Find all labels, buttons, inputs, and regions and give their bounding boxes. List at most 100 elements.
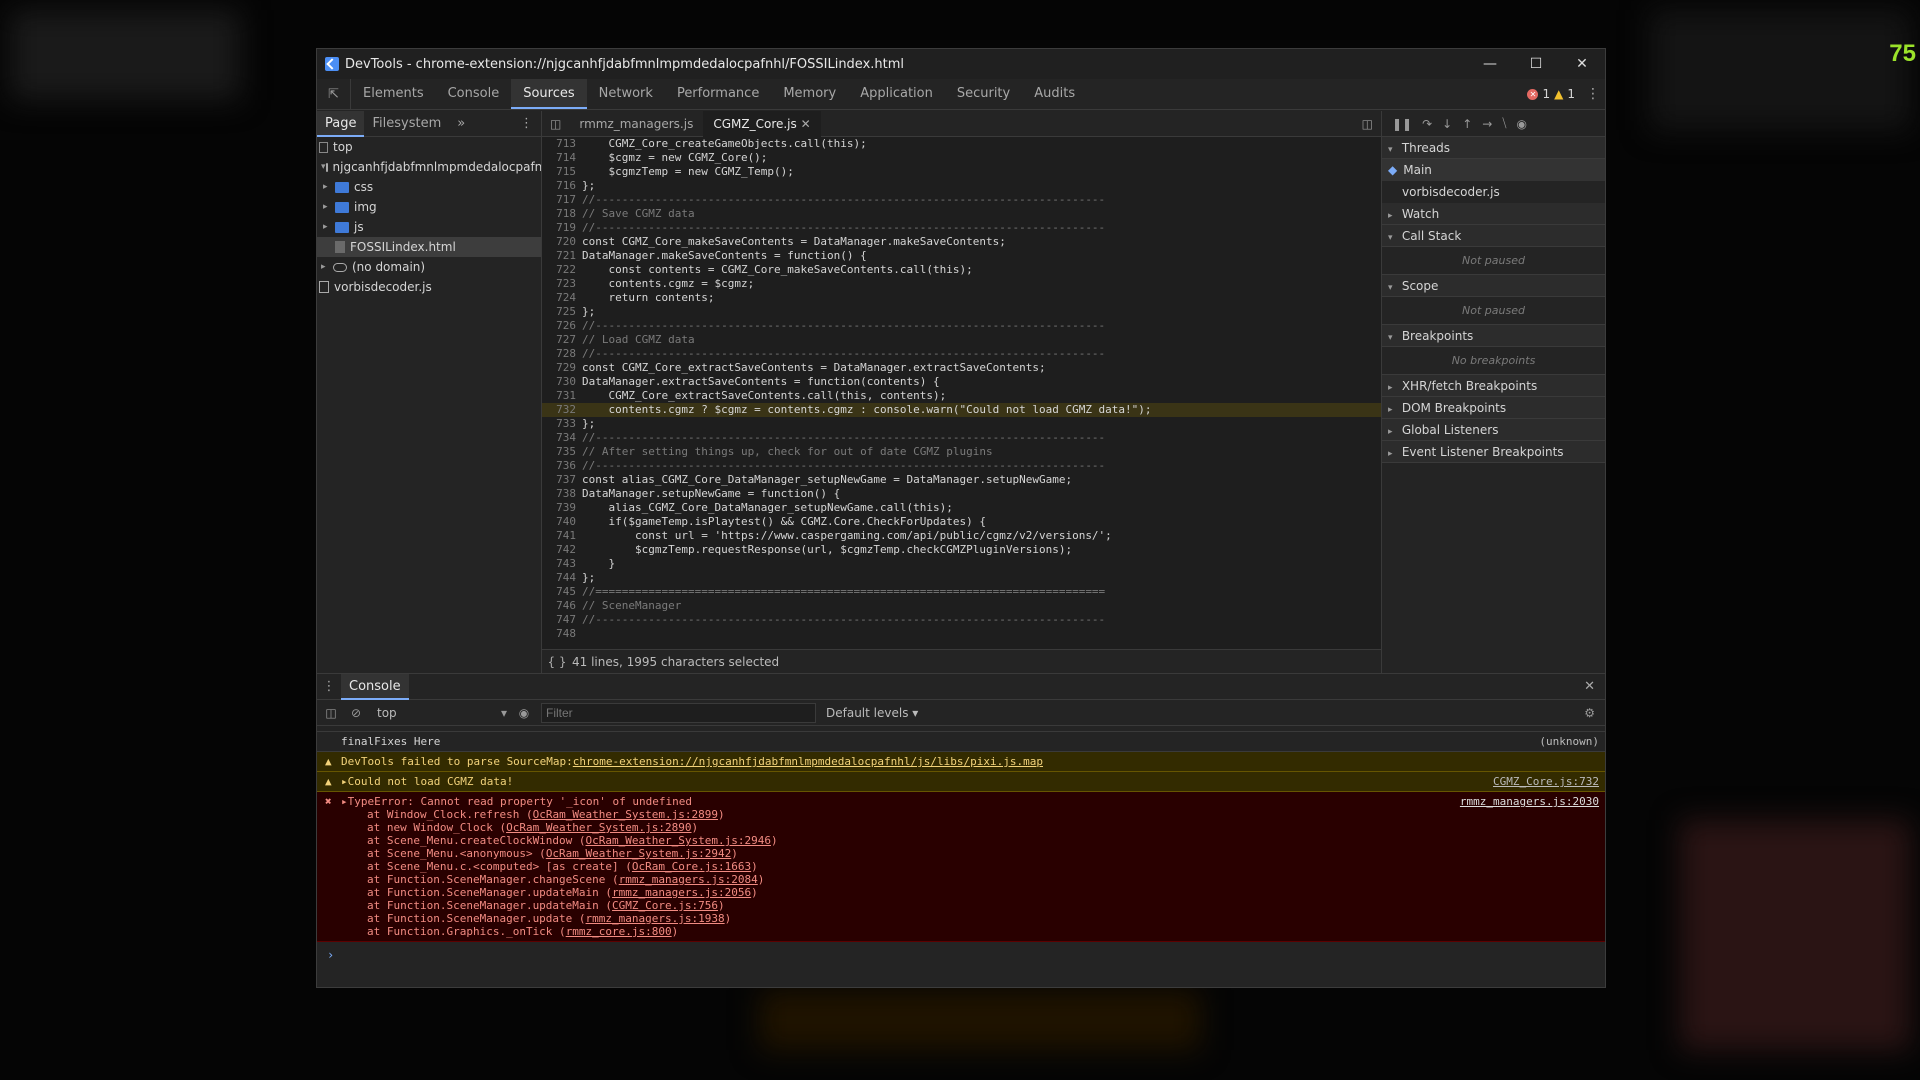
pause-icon[interactable]: ❚❚ xyxy=(1392,117,1412,131)
section-global-listeners[interactable]: ▸ Global Listeners xyxy=(1382,419,1605,441)
code-line[interactable]: 715 $cgmzTemp = new CGMZ_Temp(); xyxy=(542,165,1381,179)
navigator-tab-filesystem[interactable]: Filesystem xyxy=(364,111,449,137)
message-source-link[interactable]: CGMZ_Core.js:732 xyxy=(1493,775,1599,788)
drawer-menu-icon[interactable]: ⋮ xyxy=(317,679,341,694)
tab-memory[interactable]: Memory xyxy=(771,79,848,109)
expand-arrow-icon[interactable]: ▸ xyxy=(341,795,348,808)
navigator-menu-icon[interactable]: ⋮ xyxy=(520,116,541,131)
code-line[interactable]: 720 const CGMZ_Core_makeSaveContents = Da… xyxy=(542,235,1381,249)
code-line[interactable]: 717//-----------------------------------… xyxy=(542,193,1381,207)
stack-location-link[interactable]: OcRam_Weather_System.js:2899 xyxy=(533,808,718,821)
minimize-icon[interactable]: — xyxy=(1467,49,1513,79)
line-number[interactable]: 733 xyxy=(542,417,580,431)
code-line[interactable]: 748 xyxy=(542,627,1381,641)
toggle-navigator-icon[interactable]: ◫ xyxy=(542,111,569,137)
line-number[interactable]: 723 xyxy=(542,277,580,291)
line-number[interactable]: 746 xyxy=(542,599,580,613)
context-select[interactable]: top ▾ xyxy=(367,706,507,720)
editor-tab-cgmz-core[interactable]: CGMZ_Core.js ✕ xyxy=(703,110,821,137)
line-number[interactable]: 747 xyxy=(542,613,580,627)
code-line[interactable]: 714 $cgmz = new CGMZ_Core(); xyxy=(542,151,1381,165)
code-line[interactable]: 730 DataManager.extractSaveContents = fun… xyxy=(542,375,1381,389)
stack-location-link[interactable]: CGMZ_Core.js:756 xyxy=(612,899,718,912)
line-number[interactable]: 737 xyxy=(542,473,580,487)
pause-on-exceptions-icon[interactable]: ◉ xyxy=(1516,117,1526,131)
line-number[interactable]: 719 xyxy=(542,221,580,235)
code-line[interactable]: 746// SceneManager xyxy=(542,599,1381,613)
deactivate-breakpoints-icon[interactable]: ⧹ xyxy=(1502,116,1506,131)
stack-location-link[interactable]: OcRam_Weather_System.js:2890 xyxy=(506,821,691,834)
line-number[interactable]: 715 xyxy=(542,165,580,179)
drawer-tab-console[interactable]: Console xyxy=(341,673,409,700)
tree-item-vorbisdecoder[interactable]: vorbisdecoder.js xyxy=(317,277,541,297)
code-line[interactable]: 721 DataManager.makeSaveContents = functi… xyxy=(542,249,1381,263)
sourcemap-link[interactable]: chrome-extension://njgcanhfjdabfmnlmpmde… xyxy=(573,755,1043,768)
code-line[interactable]: 724 return contents; xyxy=(542,291,1381,305)
line-number[interactable]: 741 xyxy=(542,529,580,543)
step-into-icon[interactable]: ↓ xyxy=(1442,117,1452,131)
live-expression-eye-icon[interactable]: ◉ xyxy=(507,706,541,720)
stack-location-link[interactable]: OcRam_Weather_System.js:2942 xyxy=(546,847,731,860)
tab-elements[interactable]: Elements xyxy=(351,79,436,109)
line-number[interactable]: 745 xyxy=(542,585,580,599)
tree-item-extension-origin[interactable]: ▾ njgcanhfjdabfmnlmpmdedalocpafnhl xyxy=(317,157,541,177)
line-number[interactable]: 726 xyxy=(542,319,580,333)
code-line[interactable]: 716}; xyxy=(542,179,1381,193)
close-tab-icon[interactable]: ✕ xyxy=(801,117,811,131)
issue-counters[interactable]: ✕ 1 ▲ 1 xyxy=(1527,87,1581,101)
code-line[interactable]: 745//===================================… xyxy=(542,585,1381,599)
stack-location-link[interactable]: OcRam_Core.js:1663 xyxy=(632,860,751,873)
line-number[interactable]: 730 xyxy=(542,375,580,389)
thread-vorbisdecoder[interactable]: vorbisdecoder.js xyxy=(1382,181,1605,203)
code-line[interactable]: 729 const CGMZ_Core_extractSaveContents =… xyxy=(542,361,1381,375)
code-line[interactable]: 747//-----------------------------------… xyxy=(542,613,1381,627)
line-number[interactable]: 744 xyxy=(542,571,580,585)
navigator-tab-page[interactable]: Page xyxy=(317,110,365,137)
stack-location-link[interactable]: rmmz_managers.js:1938 xyxy=(586,912,725,925)
line-number[interactable]: 740 xyxy=(542,515,580,529)
show-sidebar-icon[interactable]: ◫ xyxy=(317,706,345,720)
line-number[interactable]: 717 xyxy=(542,193,580,207)
code-line[interactable]: 738 DataManager.setupNewGame = function()… xyxy=(542,487,1381,501)
section-call-stack[interactable]: ▾ Call Stack xyxy=(1382,225,1605,247)
code-line[interactable]: 743 } xyxy=(542,557,1381,571)
line-number[interactable]: 736 xyxy=(542,459,580,473)
section-xhr-breakpoints[interactable]: ▸ XHR/fetch Breakpoints xyxy=(1382,375,1605,397)
line-number[interactable]: 728 xyxy=(542,347,580,361)
step-out-icon[interactable]: ↑ xyxy=(1462,117,1472,131)
code-line[interactable]: 735// After setting things up, check for… xyxy=(542,445,1381,459)
section-breakpoints[interactable]: ▾ Breakpoints xyxy=(1382,325,1605,347)
more-options-icon[interactable]: ⋮ xyxy=(1581,86,1605,102)
console-prompt[interactable]: › xyxy=(317,942,1605,968)
line-number[interactable]: 731 xyxy=(542,389,580,403)
line-number[interactable]: 718 xyxy=(542,207,580,221)
section-scope[interactable]: ▾ Scope xyxy=(1382,275,1605,297)
code-line[interactable]: 737 const alias_CGMZ_Core_DataManager_set… xyxy=(542,473,1381,487)
step-icon[interactable]: → xyxy=(1482,117,1492,131)
tab-audits[interactable]: Audits xyxy=(1022,79,1087,109)
code-line[interactable]: 739 alias_CGMZ_Core_DataManager_setupNew… xyxy=(542,501,1381,515)
section-dom-breakpoints[interactable]: ▸ DOM Breakpoints xyxy=(1382,397,1605,419)
tab-performance[interactable]: Performance xyxy=(665,79,771,109)
section-watch[interactable]: ▸ Watch xyxy=(1382,203,1605,225)
section-event-listener-breakpoints[interactable]: ▸ Event Listener Breakpoints xyxy=(1382,441,1605,463)
code-line[interactable]: 740 if($gameTemp.isPlaytest() && CGMZ.Co… xyxy=(542,515,1381,529)
tab-application[interactable]: Application xyxy=(848,79,945,109)
line-number[interactable]: 742 xyxy=(542,543,580,557)
code-line[interactable]: 728//-----------------------------------… xyxy=(542,347,1381,361)
console-settings-gear-icon[interactable]: ⚙ xyxy=(1584,706,1605,720)
tree-item-top[interactable]: top xyxy=(317,137,541,157)
code-line[interactable]: 723 contents.cgmz = $cgmz; xyxy=(542,277,1381,291)
section-threads[interactable]: ▾ Threads xyxy=(1382,137,1605,159)
line-number[interactable]: 735 xyxy=(542,445,580,459)
code-lines[interactable]: 713 CGMZ_Core_createGameObjects.call(thi… xyxy=(542,137,1381,641)
pretty-print-icon[interactable]: { } xyxy=(542,655,572,669)
line-number[interactable]: 727 xyxy=(542,333,580,347)
code-line[interactable]: 713 CGMZ_Core_createGameObjects.call(thi… xyxy=(542,137,1381,151)
code-line[interactable]: 736//-----------------------------------… xyxy=(542,459,1381,473)
more-tabs-icon[interactable]: » xyxy=(449,111,473,137)
code-line[interactable]: 742 $cgmzTemp.requestResponse(url, $cgmz… xyxy=(542,543,1381,557)
tree-item-css[interactable]: ▸ css xyxy=(317,177,541,197)
console-filter-input[interactable] xyxy=(541,702,816,723)
line-number[interactable]: 748 xyxy=(542,627,580,641)
